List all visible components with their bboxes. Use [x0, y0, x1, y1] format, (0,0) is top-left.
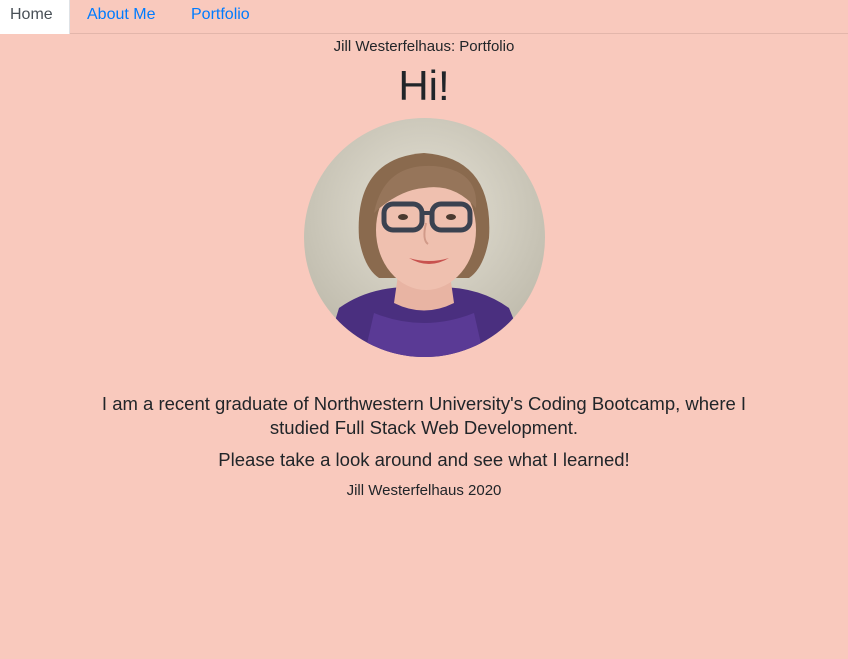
- intro-text: I am a recent graduate of Northwestern U…: [101, 393, 747, 438]
- tab-home[interactable]: Home: [0, 0, 70, 34]
- invite-text: Please take a look around and see what I…: [218, 449, 630, 470]
- page-title: Hi!: [398, 62, 450, 109]
- nav-tabs: Home About Me Portfolio: [0, 0, 848, 34]
- profile-photo: [304, 118, 545, 357]
- profile-photo-illustration: [304, 118, 545, 357]
- footer-text: Jill Westerfelhaus 2020: [346, 482, 502, 499]
- tab-portfolio[interactable]: Portfolio: [181, 0, 260, 34]
- page-subtitle: Jill Westerfelhaus: Portfolio: [333, 38, 515, 55]
- tab-about-me[interactable]: About Me: [77, 0, 165, 34]
